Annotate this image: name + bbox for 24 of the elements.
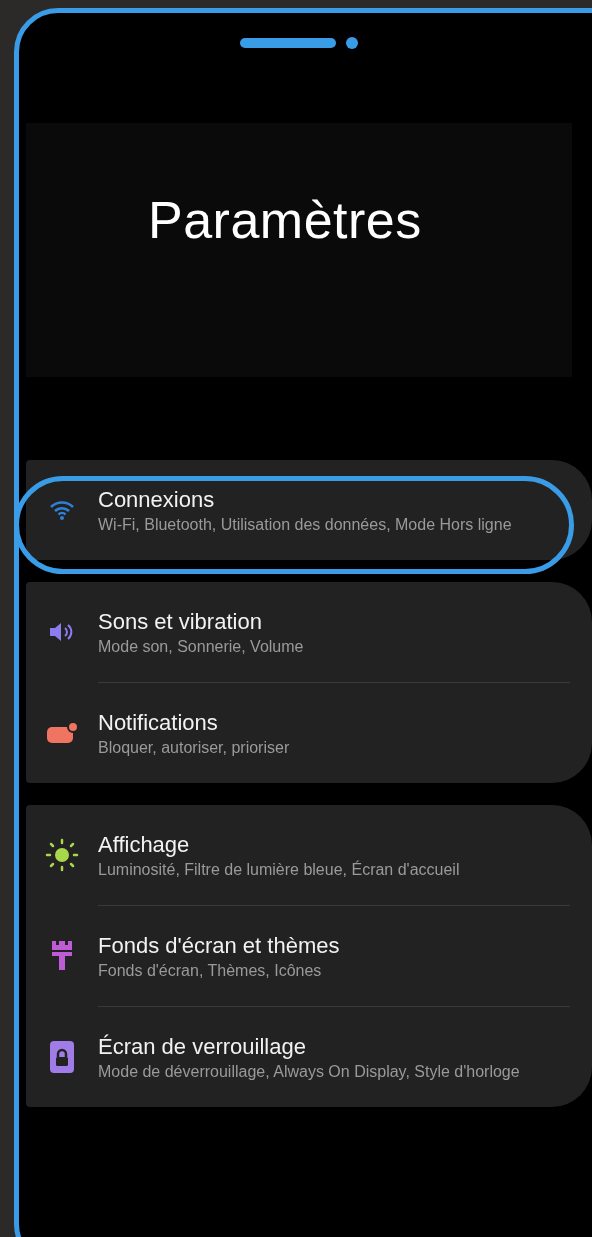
lock-icon	[49, 1040, 75, 1074]
settings-item[interactable]: Notifications Bloquer, autoriser, prioriser	[26, 683, 592, 783]
notification-icon	[46, 721, 78, 745]
settings-item[interactable]: Écran de verrouillage Mode de déverrouillage, Always On Display, Style d'horloge	[26, 1007, 592, 1107]
item-title: Sons et vibration	[98, 607, 263, 636]
paintbrush-icon	[51, 940, 73, 972]
settings-item[interactable]: Fonds d'écran et thèmes Fonds d'écran, Thèmes, Icônes	[26, 906, 592, 1006]
item-subtitle: Fonds d'écran, Thèmes, Icônes	[98, 960, 323, 981]
item-subtitle: Bloquer, autoriser, prioriser	[98, 737, 291, 758]
wifi-icon	[49, 499, 75, 521]
item-title: Fonds d'écran et thèmes	[98, 931, 341, 960]
item-subtitle: Mode de déverrouillage, Always On Display, Style d'horloge	[98, 1061, 521, 1082]
item-title: Affichage	[98, 830, 191, 859]
sun-icon	[45, 838, 79, 872]
item-subtitle: Wi-Fi, Bluetooth, Utilisation des données, Mode Hors ligne	[98, 514, 513, 535]
settings-item[interactable]: Affichage Luminosité, Filtre de lumière bleue, Écran d'accueil	[26, 805, 592, 905]
item-subtitle: Luminosité, Filtre de lumière bleue, Écran d'accueil	[98, 859, 461, 880]
settings-item[interactable]: Sons et vibration Mode son, Sonnerie, Volume	[26, 582, 592, 682]
item-subtitle: Mode son, Sonnerie, Volume	[98, 636, 305, 657]
item-title: Écran de verrouillage	[98, 1032, 307, 1061]
page-title: Paramètres	[148, 190, 422, 251]
item-title: Connexions	[98, 485, 216, 514]
settings-item[interactable]: Connexions Wi-Fi, Bluetooth, Utilisation des données, Mode Hors ligne	[26, 460, 592, 560]
item-title: Notifications	[98, 708, 219, 737]
